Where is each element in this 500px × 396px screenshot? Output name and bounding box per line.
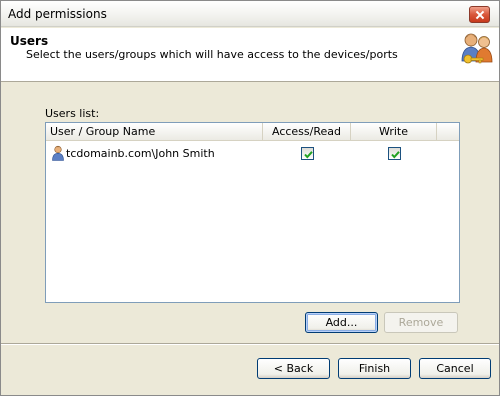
footer-separator bbox=[1, 343, 499, 345]
finish-button[interactable]: Finish bbox=[338, 358, 411, 379]
back-button[interactable]: < Back bbox=[257, 358, 330, 379]
user-name: tcdomainb.com\John Smith bbox=[66, 147, 215, 160]
page-subtitle: Select the users/groups which will have … bbox=[26, 48, 398, 61]
wizard-header: Users Select the users/groups which will… bbox=[1, 28, 499, 82]
table-row[interactable]: tcdomainb.com\John Smith bbox=[46, 143, 459, 163]
column-header-write[interactable]: Write bbox=[350, 123, 436, 141]
remove-button[interactable]: Remove bbox=[384, 312, 458, 333]
users-key-icon bbox=[461, 33, 493, 64]
add-permissions-dialog: Add permissions Users Select the users/g… bbox=[0, 0, 500, 396]
window-title: Add permissions bbox=[8, 7, 107, 21]
access-read-checkbox[interactable] bbox=[301, 147, 314, 160]
page-title: Users bbox=[10, 34, 49, 48]
close-button[interactable] bbox=[469, 6, 490, 23]
user-icon bbox=[52, 145, 64, 161]
users-list-label: Users list: bbox=[45, 107, 100, 120]
users-list[interactable]: User / Group Name Access/Read Write tcdo… bbox=[45, 122, 460, 303]
write-checkbox[interactable] bbox=[388, 147, 401, 160]
cancel-button[interactable]: Cancel bbox=[419, 358, 491, 379]
column-header-name[interactable]: User / Group Name bbox=[46, 123, 262, 141]
title-bar: Add permissions bbox=[1, 1, 499, 27]
column-header-access-read[interactable]: Access/Read bbox=[262, 123, 350, 141]
column-header-filler bbox=[436, 123, 459, 141]
add-button[interactable]: Add... bbox=[305, 312, 378, 333]
